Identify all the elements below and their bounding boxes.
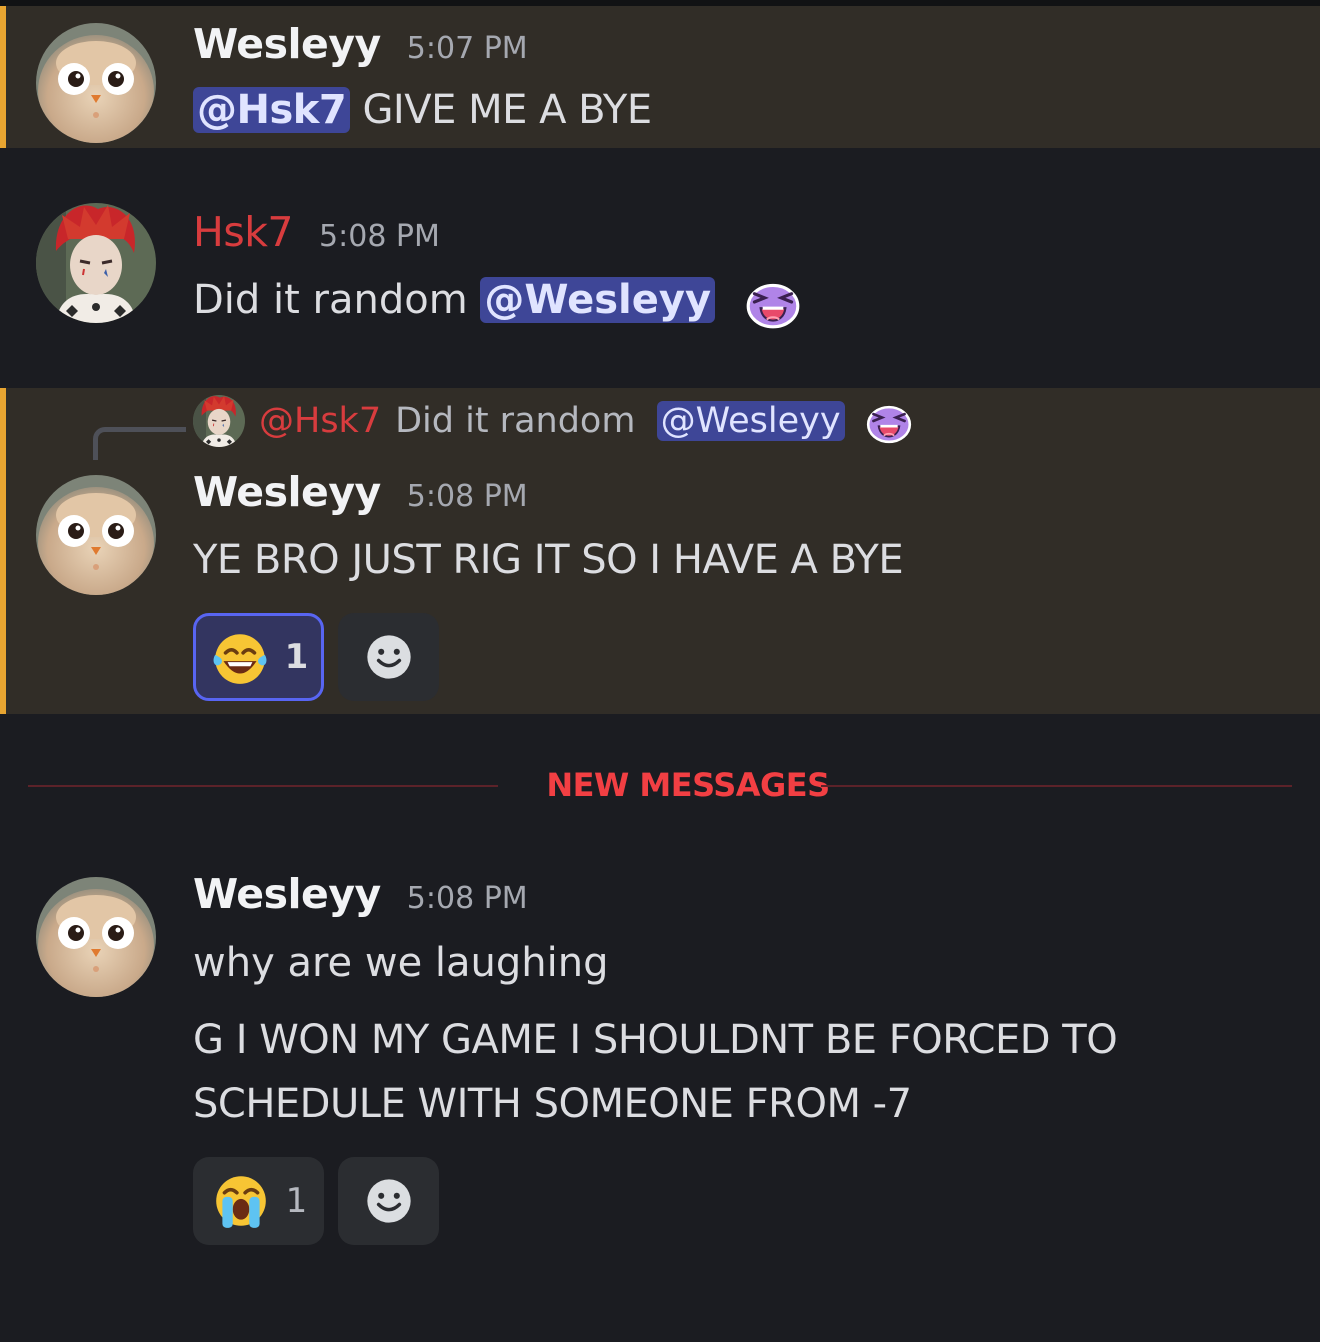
username[interactable]: Wesleyy: [193, 20, 381, 68]
timestamp: 5:07 PM: [406, 31, 528, 66]
message-text: Did it random: [193, 277, 468, 323]
reply-mention: @Wesleyy: [656, 401, 845, 441]
add-reaction-button[interactable]: [338, 613, 439, 701]
message-1[interactable]: Wesleyy 5:07 PM @Hsk7 GIVE ME A BYE: [0, 6, 1320, 148]
username[interactable]: Hsk7: [193, 208, 294, 256]
username[interactable]: Wesleyy: [193, 468, 381, 516]
purple-laughing-creature-emoji-icon[interactable]: [742, 271, 804, 333]
reply-avatar: [193, 395, 245, 447]
chick-avatar-icon: [36, 23, 156, 143]
reply-author[interactable]: @Hsk7: [259, 401, 381, 441]
message-content: G I WON MY GAME I SHOULDNT BE FORCED TO: [193, 1008, 1118, 1072]
sob-emoji-icon: [210, 1170, 272, 1232]
user-mention[interactable]: @Wesleyy: [480, 277, 716, 323]
message-content: why are we laughing: [193, 931, 608, 995]
new-messages-label: NEW MESSAGES: [546, 766, 830, 804]
timestamp: 5:08 PM: [406, 881, 528, 916]
reactions-bar: 1: [193, 613, 439, 701]
avatar[interactable]: [36, 203, 156, 323]
reply-connector: [93, 427, 186, 460]
message-text: G I WON MY GAME I SHOULDNT BE FORCED TO: [193, 1017, 1118, 1063]
timestamp: 5:08 PM: [319, 219, 440, 254]
message-content: @Hsk7 GIVE ME A BYE: [193, 78, 652, 142]
divider-line-left: [28, 785, 498, 787]
reaction-count: 1: [285, 1181, 308, 1221]
chick-avatar-icon: [36, 475, 156, 595]
message-text: YE BRO JUST RIG IT SO I HAVE A BYE: [193, 537, 904, 583]
username[interactable]: Wesleyy: [193, 870, 381, 918]
message-text: why are we laughing: [193, 940, 609, 986]
divider-line-right: [821, 785, 1292, 787]
message-text: GIVE ME A BYE: [362, 87, 652, 133]
chick-avatar-icon: [36, 877, 156, 997]
message-text: SCHEDULE WITH SOMEONE FROM -7: [193, 1081, 912, 1127]
message-header: Wesleyy 5:08 PM: [193, 870, 528, 918]
message-content: YE BRO JUST RIG IT SO I HAVE A BYE: [193, 528, 904, 592]
add-reaction-button[interactable]: [338, 1157, 439, 1245]
joy-emoji-icon: [209, 626, 271, 688]
hisoka-avatar-icon: [36, 203, 156, 323]
avatar[interactable]: [36, 877, 156, 997]
new-messages-divider: NEW MESSAGES: [28, 760, 1292, 812]
reaction-joy[interactable]: 1: [193, 613, 324, 701]
add-reaction-smile-icon: [363, 631, 415, 683]
avatar[interactable]: [36, 475, 156, 595]
timestamp: 5:08 PM: [406, 479, 528, 514]
hisoka-avatar-icon: [193, 395, 245, 447]
user-mention[interactable]: @Hsk7: [193, 87, 351, 133]
reactions-bar: 1: [193, 1157, 439, 1245]
message-content: SCHEDULE WITH SOMEONE FROM -7: [193, 1072, 912, 1136]
message-header: Hsk7 5:08 PM: [193, 208, 440, 256]
message-content: Did it random @Wesleyy: [193, 268, 804, 333]
message-header: Wesleyy 5:07 PM: [193, 20, 528, 68]
reply-preview[interactable]: @Hsk7 Did it random @Wesleyy: [193, 395, 915, 447]
reply-text: Did it random: [395, 401, 636, 441]
reaction-sob[interactable]: 1: [193, 1157, 324, 1245]
message-2[interactable]: Hsk7 5:08 PM Did it random @Wesleyy: [0, 196, 1320, 346]
avatar[interactable]: [36, 23, 156, 143]
reaction-count: 1: [284, 637, 309, 677]
add-reaction-smile-icon: [363, 1175, 415, 1227]
message-header: Wesleyy 5:08 PM: [193, 468, 528, 516]
purple-laughing-creature-emoji-icon: [863, 395, 915, 447]
